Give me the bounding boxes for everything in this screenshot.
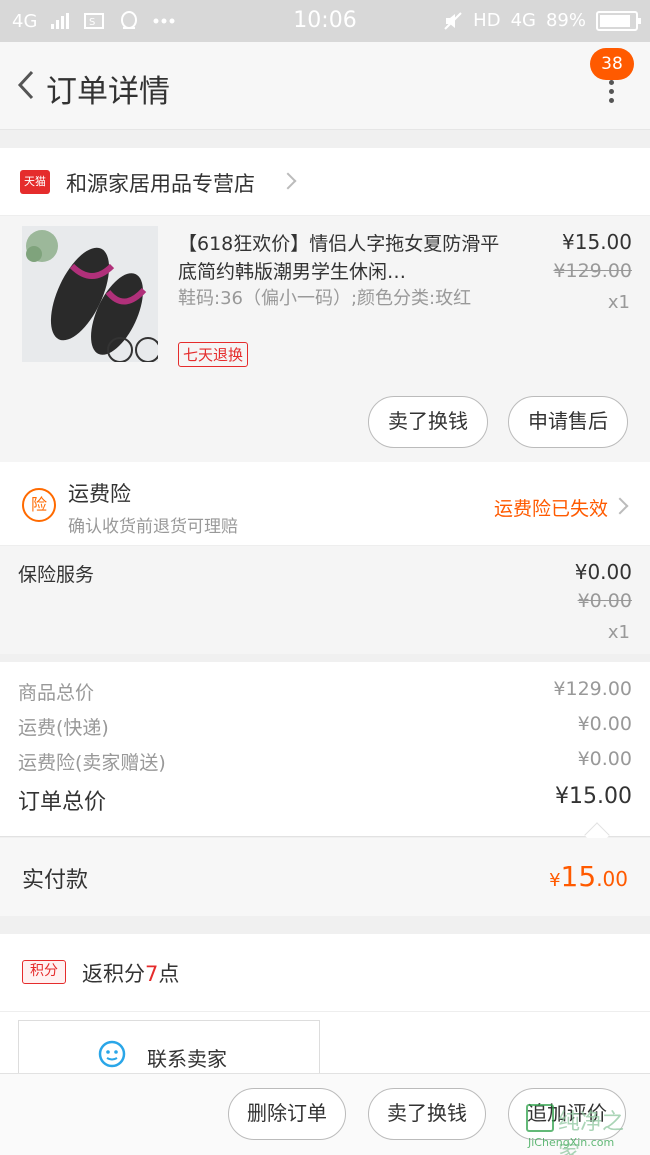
summary-row: 运费险(卖家赠送) ¥0.00 [18, 748, 632, 778]
resell-button-bottom[interactable]: 卖了换钱 [368, 1088, 486, 1140]
insurance-service-item: 保险服务 ¥0.00 ¥0.00 x1 [0, 546, 650, 654]
payment-integer: 15 [560, 860, 597, 893]
insurance-service-label: 保险服务 [18, 564, 95, 586]
tmall-icon: 天猫 [20, 170, 50, 194]
product-title[interactable]: 【618狂欢价】情侣人字拖女夏防滑平底简约韩版潮男学生休闲… [178, 230, 508, 286]
chat-bubble-icon [98, 1040, 126, 1068]
insurance-service-quantity: x1 [607, 622, 630, 643]
site-watermark: 纯净之家 JiChengXin.com [526, 1100, 644, 1155]
status-right: HD 4G 89% [443, 10, 641, 31]
order-total-row: 订单总价 ¥15.00 [18, 784, 632, 815]
mute-icon [444, 11, 462, 30]
points-icon: 积分 [22, 960, 66, 984]
freight-insurance-row[interactable]: 险 运费险 确认收货前退货可理赔 运费险已失效 [0, 462, 650, 546]
order-total-label: 订单总价 [18, 790, 107, 815]
points-text: 返积分7点 [82, 958, 179, 988]
header: 订单详情 38 [0, 42, 650, 130]
battery-percent: 89% [545, 10, 586, 31]
points-prefix: 返积分 [82, 962, 145, 986]
product-price: ¥15.00 [562, 230, 632, 254]
page-title: 订单详情 [46, 74, 170, 110]
summary-value: ¥129.00 [553, 678, 632, 700]
delete-order-button[interactable]: 删除订单 [228, 1088, 346, 1140]
order-summary: 商品总价 ¥129.00 运费(快递) ¥0.00 运费险(卖家赠送) ¥0.0… [0, 662, 650, 837]
order-total-value: ¥15.00 [555, 784, 632, 809]
summary-row: 商品总价 ¥129.00 [18, 678, 632, 708]
network-label-right: 4G [510, 10, 536, 31]
status-bar: 4G S 10:06 HD 4G 89% [0, 0, 650, 42]
points-suffix: 点 [158, 962, 180, 986]
apply-after-sales-button[interactable]: 申请售后 [508, 396, 628, 448]
summary-row: 运费(快递) ¥0.00 [18, 713, 632, 743]
more-menu-icon[interactable] [606, 80, 616, 103]
summary-label: 运费险(卖家赠送) [18, 752, 166, 774]
product-original-price: ¥129.00 [553, 260, 632, 282]
product-sku: 鞋码:36（偏小一码）;颜色分类:玫红 [178, 288, 472, 309]
points-number: 7 [145, 962, 159, 986]
hd-label: HD [473, 10, 501, 31]
actual-payment-label: 实付款 [22, 868, 89, 893]
message-count-badge[interactable]: 38 [590, 48, 634, 80]
product-item[interactable]: 【618狂欢价】情侣人字拖女夏防滑平底简约韩版潮男学生休闲… 鞋码:36（偏小一… [0, 216, 650, 462]
actual-payment-row: 实付款 ¥15.00 [0, 838, 650, 916]
summary-label: 商品总价 [18, 682, 95, 704]
seven-day-return-tag: 七天退换 [178, 342, 249, 367]
payment-decimal: .00 [596, 867, 628, 891]
insurance-icon: 险 [22, 488, 56, 522]
summary-label: 运费(快递) [18, 717, 109, 739]
store-row[interactable]: 天猫 和源家居用品专营店 [0, 148, 650, 216]
freight-insurance-title: 运费险 [68, 482, 131, 506]
freight-insurance-status[interactable]: 运费险已失效 [494, 494, 608, 521]
freight-insurance-subtitle: 确认收货前退货可理赔 [68, 517, 238, 537]
back-arrow-icon[interactable] [14, 70, 40, 100]
insurance-service-price: ¥0.00 [574, 560, 632, 584]
points-row: 积分 返积分7点 [0, 934, 650, 1012]
battery-icon [596, 10, 641, 31]
contact-area: 联系卖家 [0, 1012, 650, 1082]
product-quantity: x1 [607, 292, 630, 313]
actual-payment-value: ¥15.00 [549, 860, 628, 893]
contact-seller-label: 联系卖家 [147, 1047, 227, 1071]
summary-value: ¥0.00 [577, 748, 632, 770]
watermark-logo-icon [526, 1104, 554, 1132]
chevron-right-icon [279, 172, 297, 190]
store-name[interactable]: 和源家居用品专营店 [66, 168, 255, 198]
product-image[interactable] [22, 226, 158, 362]
currency-symbol: ¥ [549, 870, 561, 891]
insurance-service-original-price: ¥0.00 [577, 590, 632, 612]
watermark-url: JiChengXin.com [528, 1136, 615, 1149]
chevron-right-icon [611, 497, 629, 515]
resell-button[interactable]: 卖了换钱 [368, 396, 488, 448]
summary-value: ¥0.00 [577, 713, 632, 735]
